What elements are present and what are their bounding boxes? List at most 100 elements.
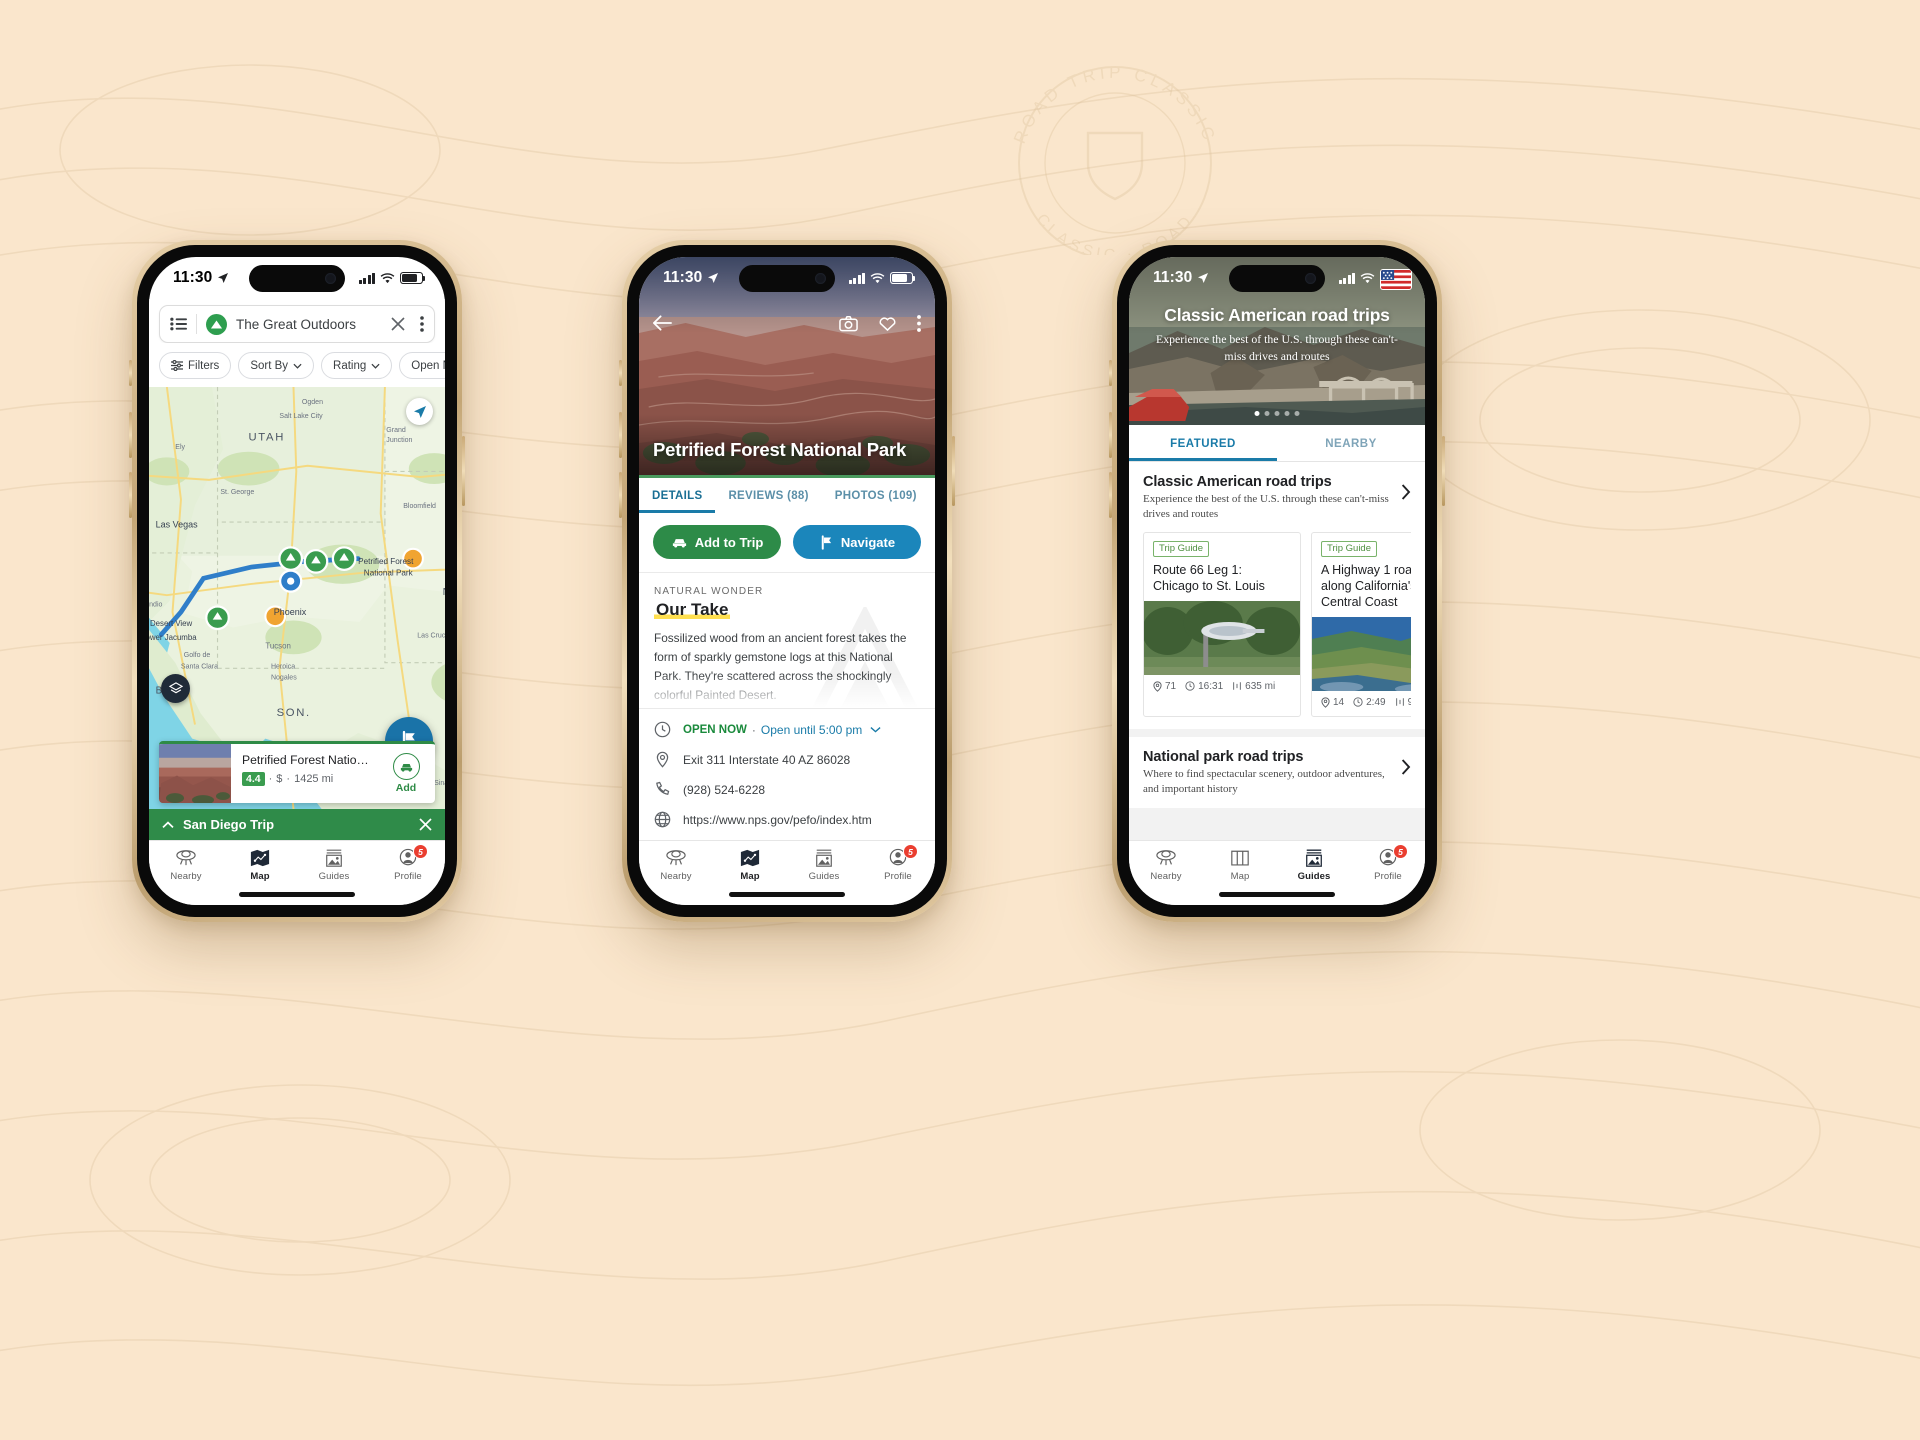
close-icon[interactable] [419,818,432,831]
hero-title: Classic American road trips [1164,305,1390,325]
button-label: Add to Trip [694,534,764,550]
tab-guides[interactable]: Guides [297,848,371,882]
tab-guides[interactable]: Guides [1277,848,1351,882]
tab-label: Profile [1374,871,1402,882]
status-bar: 11:30 [149,257,445,299]
status-bar: 11:30 [639,257,935,299]
map-canvas[interactable]: NEV. UTAH Ogden Salt Lake City Ely Grand… [149,387,445,809]
list-icon[interactable] [170,317,187,331]
tab-label: Guides [318,871,350,882]
tab-nearby[interactable]: NEARBY [1277,425,1425,461]
tab-guides[interactable]: Guides [787,848,861,882]
tab-profile[interactable]: Profile 5 [371,844,445,882]
tab-map[interactable]: Map [713,848,787,882]
add-to-trip-button[interactable]: Add to Trip [653,525,781,559]
status-time: 11:30 [663,269,703,286]
trip-guide-card-row[interactable]: Trip Guide Route 66 Leg 1: Chicago to St… [1143,522,1411,729]
compass-icon [666,850,686,866]
bottom-tab-bar[interactable]: Nearby Map Guides Profile 5 [639,840,935,884]
phone-row[interactable]: (928) 524-6228 [654,781,920,798]
poi-price: $ [276,773,283,785]
location-pin-icon [1153,681,1162,692]
detail-tabs[interactable]: DETAILS REVIEWS (88) PHOTOS (109) NEARBY [639,475,935,513]
bottom-tab-bar[interactable]: Nearby Map Guides Profile 5 [1129,840,1425,884]
trip-bar[interactable]: San Diego Trip [149,809,445,840]
tab-profile[interactable]: Profile 5 [861,844,935,882]
chip-rating[interactable]: Rating [321,352,393,379]
carousel-dots[interactable] [1254,411,1300,416]
address-row[interactable]: Exit 311 Interstate 40 AZ 86028 [654,751,920,768]
distance-icon [1395,698,1404,706]
section-classic-american-road-trips: Classic American road trips Experience t… [1129,462,1425,729]
section-header[interactable]: Classic American road trips Experience t… [1143,474,1411,522]
tab-nearby[interactable]: Nearby [1129,848,1203,882]
poi-name: Petrified Forest National Park [242,753,369,767]
location-pin-icon [1321,697,1330,708]
tab-map[interactable]: Map [223,848,297,882]
card-badge: Trip Guide [1321,540,1377,557]
tab-photos[interactable]: PHOTOS (109) [822,478,930,513]
poi-add-button[interactable]: Add [377,744,435,803]
guides-list[interactable]: Classic American road trips Experience t… [1129,462,1425,840]
add-label: Add [395,782,417,794]
card-stats: 71 16:31 635 mi [1144,675,1300,700]
poi-thumbnail [159,744,231,803]
tab-details[interactable]: DETAILS [639,478,715,513]
cellular-signal-icon [1338,272,1355,284]
profile-badge: 5 [413,844,428,859]
chevron-down-icon [371,363,380,369]
navigation-arrow-icon [413,405,426,418]
more-options-icon[interactable] [420,316,424,332]
hours-row[interactable]: OPEN NOW · Open until 5:00 pm [654,721,920,738]
tab-label: Map [250,871,270,882]
clear-search-icon[interactable] [391,317,405,331]
action-buttons[interactable]: Add to Trip Navigate [639,513,935,573]
section-header[interactable]: National park road trips Where to find s… [1143,749,1411,797]
back-icon[interactable] [653,315,672,331]
filter-chip-row[interactable]: Filters Sort By Rating Open Now Has Phot… [149,343,445,387]
tab-nearby[interactable]: Nearby [639,848,713,882]
chevron-down-icon[interactable] [870,726,881,733]
recenter-location-button[interactable] [406,398,433,425]
compass-icon [1156,850,1176,866]
tab-featured[interactable]: FEATURED [1129,425,1277,461]
website-row[interactable]: https://www.nps.gov/pefo/index.htm [654,811,920,828]
us-flag-icon[interactable] [1380,269,1412,290]
car-icon [672,539,686,548]
bottom-tab-bar[interactable]: Nearby Map Guides Profile 5 [149,840,445,884]
tab-profile[interactable]: Profile 5 [1351,844,1425,882]
place-info: OPEN NOW · Open until 5:00 pm Exit 311 I… [639,708,935,840]
hero-carousel[interactable]: 11:30 Classic American road trips Experi… [1129,257,1425,425]
tab-map[interactable]: Map [1203,848,1277,882]
tab-reviews[interactable]: REVIEWS (88) [715,478,821,513]
chevron-right-icon[interactable] [1401,759,1411,775]
dynamic-island [249,265,345,292]
search-input[interactable]: The Great Outdoors [236,317,382,332]
heart-icon[interactable] [878,315,897,332]
trip-guide-card[interactable]: Trip Guide Route 66 Leg 1: Chicago to St… [1143,531,1301,717]
chip-sort-by[interactable]: Sort By [238,352,315,379]
poi-result-card[interactable]: Petrified Forest National Park 4.4 · $ ·… [159,741,435,803]
search-bar[interactable]: The Great Outdoors [159,305,435,343]
our-take-heading: Our Take [654,600,731,620]
hero-action-row[interactable] [639,301,935,345]
category-kicker: NATURAL WONDER [654,586,764,597]
wifi-icon [1360,272,1375,283]
guides-tabs[interactable]: FEATURED NEARBY [1129,425,1425,462]
more-icon[interactable] [917,314,921,332]
stat-stops: 71 [1153,681,1176,692]
chip-open-now[interactable]: Open Now [399,352,445,379]
chevron-up-icon[interactable] [162,820,174,829]
tab-nearby[interactable]: NEARBY [930,478,935,513]
camera-icon[interactable] [839,315,858,332]
poi-rating: 4.4 [242,772,265,786]
chevron-right-icon[interactable] [1401,484,1411,500]
navigate-button[interactable]: Navigate [793,525,921,559]
wifi-icon [380,272,395,283]
section-national-park-road-trips: National park road trips Where to find s… [1129,736,1425,809]
chip-filters[interactable]: Filters [159,352,232,379]
tab-label: Nearby [1150,871,1182,882]
trip-guide-card[interactable]: Trip Guide A Highway 1 road trip along C… [1311,531,1411,717]
tab-nearby[interactable]: Nearby [149,848,223,882]
map-layers-button[interactable] [161,674,190,703]
